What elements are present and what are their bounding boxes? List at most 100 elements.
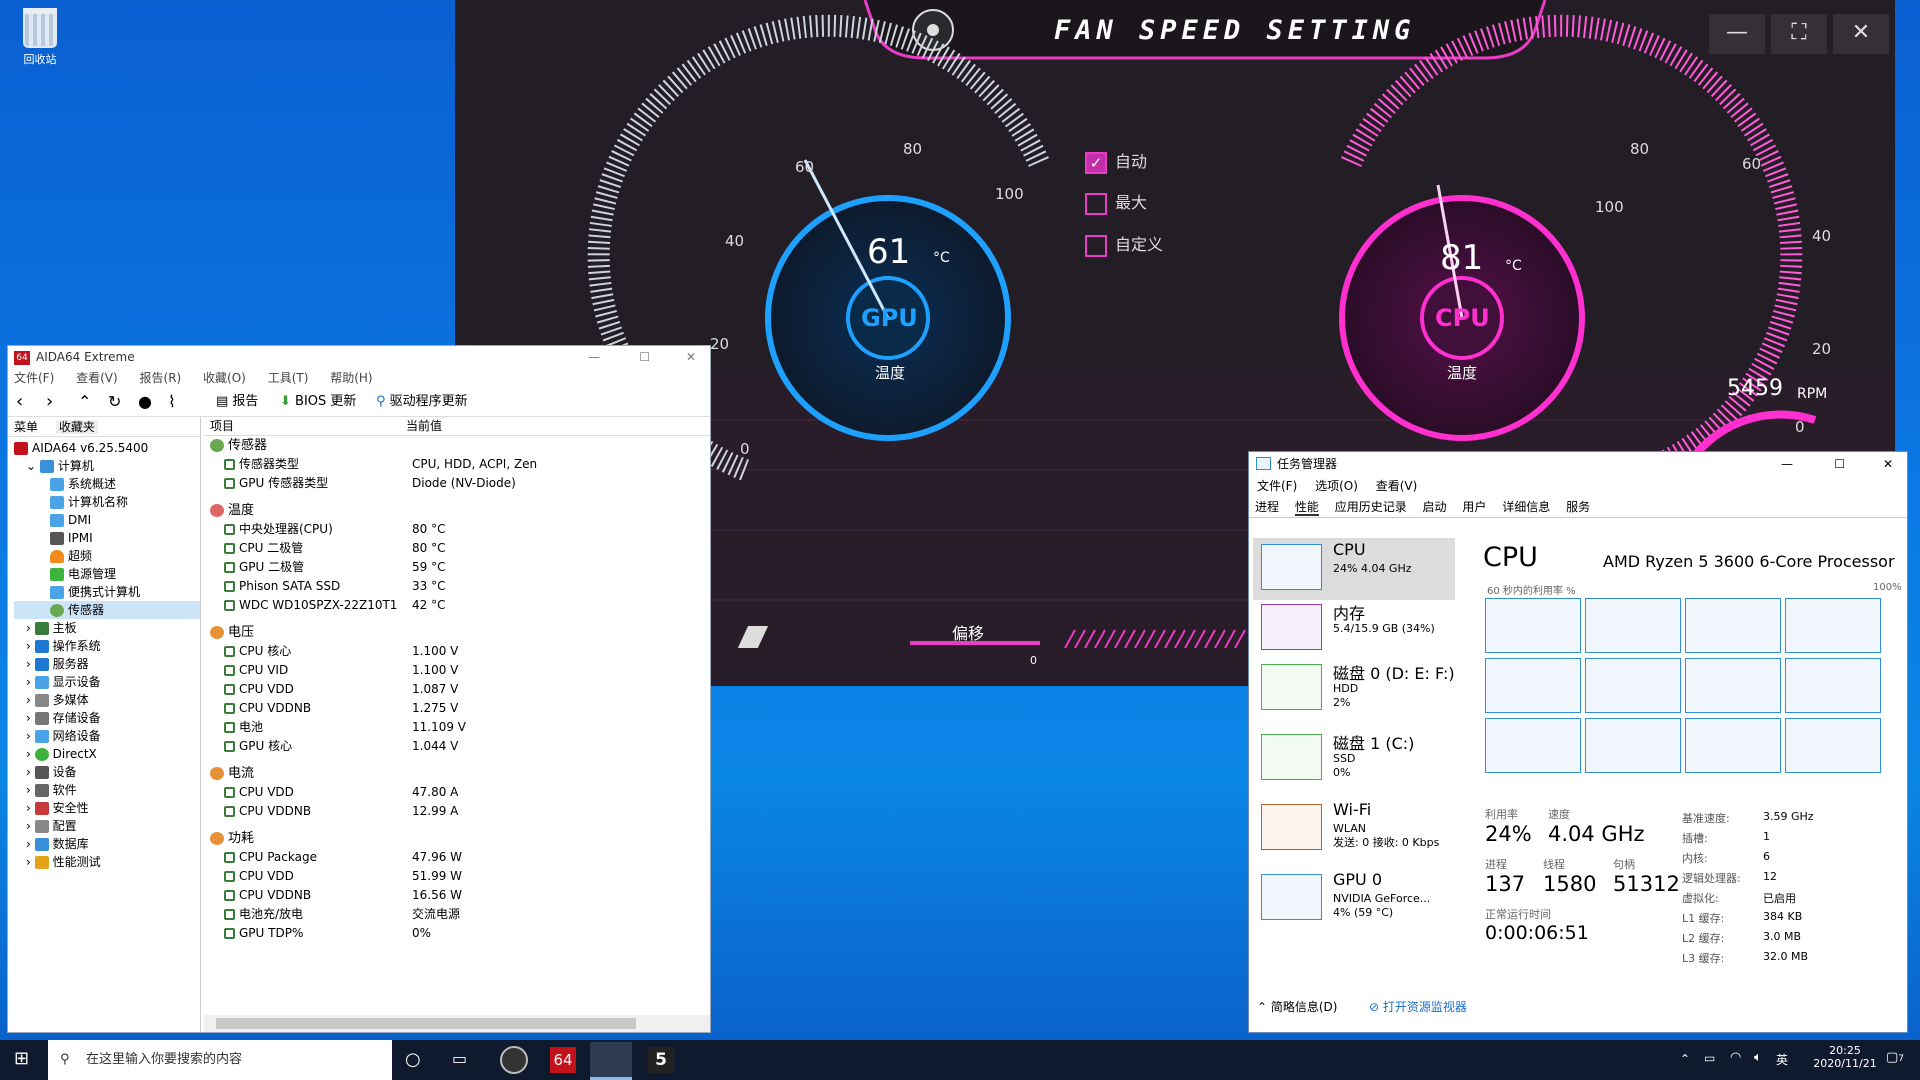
side-item-wifi[interactable]: Wi-Fi WLAN 发送: 0 接收: 0 Kbps xyxy=(1253,798,1455,860)
aida-row[interactable]: CPU VDD 47.80 A xyxy=(210,783,710,802)
aida-row[interactable]: WDC WD10SPZX-22Z10T1 42 °C xyxy=(210,596,710,615)
tm-menu-options[interactable]: 选项(O) xyxy=(1315,479,1358,493)
minimize-button[interactable]: — xyxy=(1709,14,1765,54)
side-item-gpu[interactable]: GPU 0 NVIDIA GeForce... 4% (59 °C) xyxy=(1253,868,1455,930)
tab-app-history[interactable]: 应用历史记录 xyxy=(1335,500,1407,514)
recycle-bin-icon[interactable]: 回收站 xyxy=(10,8,70,67)
maximize-button[interactable]: ⛶ xyxy=(1771,14,1827,54)
forward-icon[interactable]: › xyxy=(46,387,53,417)
volume-tray-icon[interactable]: 🔈︎ xyxy=(1754,1050,1762,1065)
aida-row[interactable]: CPU VDDNB 12.99 A xyxy=(210,802,710,821)
aida-menu-favorites[interactable]: 收藏(O) xyxy=(203,371,246,385)
tab-details[interactable]: 详细信息 xyxy=(1502,500,1550,514)
checkbox-custom[interactable] xyxy=(1085,234,1107,257)
aida-row[interactable]: GPU 核心 1.044 V xyxy=(210,737,710,756)
resource-monitor-link[interactable]: ⊘ 打开资源监视器 xyxy=(1369,998,1467,1015)
aida-row[interactable]: CPU VID 1.100 V xyxy=(210,661,710,680)
tray-chevron-icon[interactable]: ⌃ xyxy=(1680,1052,1690,1066)
tree-security[interactable]: › 安全性 xyxy=(14,799,200,817)
tm-menu-file[interactable]: 文件(F) xyxy=(1257,479,1297,493)
cortana-icon[interactable]: ○ xyxy=(405,1049,421,1070)
refresh-icon[interactable]: ↻ xyxy=(108,387,121,417)
tab-startup[interactable]: 启动 xyxy=(1423,500,1447,514)
tree-item-computer-name[interactable]: 计算机名称 xyxy=(14,493,200,511)
aida-row[interactable]: CPU 二极管 80 °C xyxy=(210,539,710,558)
task-view-icon[interactable]: ▭ xyxy=(452,1049,467,1068)
driver-update-button[interactable]: ⚲ 驱动程序更新 xyxy=(376,387,468,417)
aida-row[interactable]: CPU VDD 1.087 V xyxy=(210,680,710,699)
aida-row[interactable]: 电池充/放电 交流电源 xyxy=(210,905,710,924)
aida-row[interactable]: GPU 传感器类型 Diode (NV-Diode) xyxy=(210,474,710,493)
tree-multimedia[interactable]: › 多媒体 xyxy=(14,691,200,709)
tree-item-dmi[interactable]: DMI xyxy=(14,511,200,529)
bios-update-button[interactable]: ⬇ BIOS 更新 xyxy=(280,387,356,417)
tree-benchmark[interactable]: › 性能测试 xyxy=(14,853,200,871)
tree-network[interactable]: › 网络设备 xyxy=(14,727,200,745)
side-item-cpu[interactable]: CPU 24% 4.04 GHz xyxy=(1253,538,1455,600)
start-windows-icon[interactable]: ⊞ xyxy=(14,1050,32,1068)
aida64-taskbar-icon[interactable]: 64 xyxy=(550,1047,576,1073)
app5-taskbar-icon[interactable]: 5 xyxy=(648,1047,674,1073)
wifi-tray-icon[interactable]: ◠ xyxy=(1730,1050,1741,1065)
aida-row[interactable]: CPU Package 47.96 W xyxy=(210,848,710,867)
tm-minimize-button[interactable]: — xyxy=(1781,452,1793,476)
tree-item-ipmi[interactable]: IPMI xyxy=(14,529,200,547)
up-icon[interactable]: ⌃ xyxy=(78,387,91,417)
aida-row[interactable]: 中央处理器(CPU) 80 °C xyxy=(210,520,710,539)
brief-info-button[interactable]: ⌃ 简略信息(D) xyxy=(1257,998,1337,1015)
tab-processes[interactable]: 进程 xyxy=(1255,500,1279,514)
aida-row[interactable]: CPU VDD 51.99 W xyxy=(210,867,710,886)
tab-users[interactable]: 用户 xyxy=(1462,500,1486,514)
tree-item-sensors[interactable]: 传感器 xyxy=(14,601,200,619)
aida-row[interactable]: Phison SATA SSD 33 °C xyxy=(210,577,710,596)
tree-os[interactable]: › 操作系统 xyxy=(14,637,200,655)
aida-row[interactable]: CPU VDDNB 1.275 V xyxy=(210,699,710,718)
tm-menu-view[interactable]: 查看(V) xyxy=(1376,479,1418,493)
aida-minimize-button[interactable]: — xyxy=(588,346,600,369)
aida-menu-file[interactable]: 文件(F) xyxy=(14,371,54,385)
aida-maximize-button[interactable]: ☐ xyxy=(639,346,650,369)
option-auto[interactable]: ✓ 自动 xyxy=(1085,148,1147,174)
tm-close-button[interactable]: ✕ xyxy=(1883,452,1893,476)
tree-config[interactable]: › 配置 xyxy=(14,817,200,835)
tree-item-portable[interactable]: 便携式计算机 xyxy=(14,583,200,601)
side-item-disk1[interactable]: 磁盘 1 (C:) SSD 0% xyxy=(1253,728,1455,790)
tree-directx[interactable]: › DirectX xyxy=(14,745,200,763)
battery-tray-icon[interactable]: ▭ xyxy=(1704,1051,1715,1065)
fan-app-taskbar-icon[interactable] xyxy=(500,1046,528,1074)
clock[interactable]: 20:25 2020/11/21 xyxy=(1810,1044,1880,1070)
tree-software[interactable]: › 软件 xyxy=(14,781,200,799)
tree-display[interactable]: › 显示设备 xyxy=(14,673,200,691)
aida-menu-view[interactable]: 查看(V) xyxy=(76,371,118,385)
aida-row[interactable]: GPU TDP% 0% xyxy=(210,924,710,943)
user-icon[interactable]: ● xyxy=(138,387,152,417)
tree-item-summary[interactable]: 系统概述 xyxy=(14,475,200,493)
tab-performance[interactable]: 性能 xyxy=(1294,500,1319,516)
option-max[interactable]: 最大 xyxy=(1085,189,1147,215)
tree-server[interactable]: › 服务器 xyxy=(14,655,200,673)
tree-devices[interactable]: › 设备 xyxy=(14,763,200,781)
task-manager-taskbar-icon[interactable] xyxy=(590,1042,632,1080)
aida-row[interactable]: 传感器类型 CPU, HDD, ACPI, Zen xyxy=(210,455,710,474)
ime-indicator[interactable]: 英 xyxy=(1776,1051,1788,1068)
side-item-memory[interactable]: 内存 5.4/15.9 GB (34%) xyxy=(1253,598,1455,660)
tab-favorites[interactable]: 收藏夹 xyxy=(55,420,98,434)
tree-root[interactable]: AIDA64 v6.25.5400 xyxy=(14,439,200,457)
aida-hscrollbar[interactable] xyxy=(204,1015,710,1032)
aida-scroll-thumb[interactable] xyxy=(216,1018,636,1029)
tree-motherboard[interactable]: › 主板 xyxy=(14,619,200,637)
taskbar-search-box[interactable]: ⚲ 在这里输入你要搜索的内容 xyxy=(48,1040,392,1080)
report-button[interactable]: ▤ 报告 xyxy=(216,387,258,417)
tree-computer[interactable]: ⌄ 计算机 xyxy=(14,457,200,475)
col-item-header[interactable]: 项目 xyxy=(210,417,234,436)
tm-maximize-button[interactable]: ☐ xyxy=(1834,452,1845,476)
aida-row[interactable]: CPU 核心 1.100 V xyxy=(210,642,710,661)
tree-storage[interactable]: › 存储设备 xyxy=(14,709,200,727)
side-item-disk0[interactable]: 磁盘 0 (D: E: F:) HDD 2% xyxy=(1253,658,1455,720)
checkbox-auto[interactable]: ✓ xyxy=(1085,151,1107,174)
close-button[interactable]: ✕ xyxy=(1833,14,1889,54)
option-custom[interactable]: 自定义 xyxy=(1085,231,1163,257)
back-icon[interactable]: ‹ xyxy=(16,387,23,417)
tab-services[interactable]: 服务 xyxy=(1566,500,1590,514)
tab-menu[interactable]: 菜单 xyxy=(14,420,38,434)
